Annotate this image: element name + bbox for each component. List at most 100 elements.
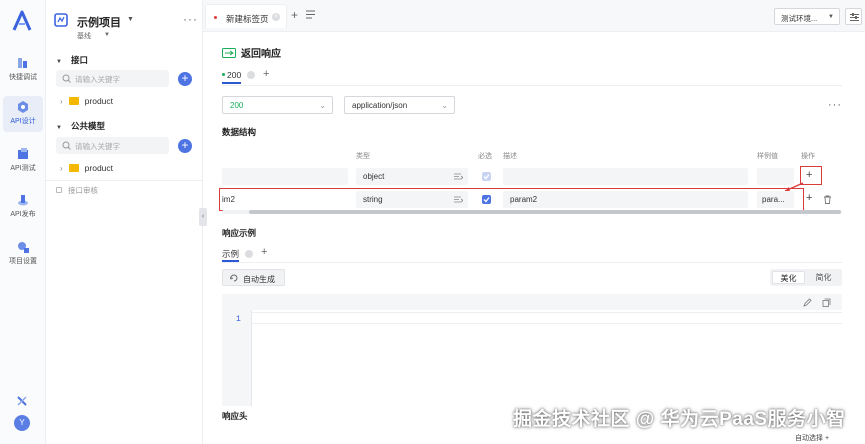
left-rail: 快捷调试 API设计 API测试 API发布 项目设置 Y	[0, 0, 46, 444]
add-interface-button[interactable]: +	[178, 72, 192, 86]
folder-icon	[68, 97, 79, 105]
field-type-value: string	[363, 195, 383, 204]
field-desc-input[interactable]	[503, 168, 748, 185]
edit-icon[interactable]	[803, 298, 812, 307]
code-editor[interactable]: 1	[222, 294, 842, 406]
app-logo-icon[interactable]	[11, 10, 33, 32]
close-icon[interactable]	[245, 250, 254, 258]
status-code-value: 200	[230, 101, 244, 110]
refresh-icon	[230, 274, 238, 282]
unsaved-dot-icon	[214, 16, 217, 19]
rail-item-label: 项目设置	[9, 258, 37, 265]
rail-item-api-design[interactable]: API设计	[3, 96, 43, 132]
field-name-input[interactable]	[222, 168, 348, 185]
more-options-icon[interactable]: ···	[828, 99, 842, 111]
rail-item-quick-debug[interactable]: 快捷调试	[3, 52, 43, 88]
interface-audit[interactable]: 接口审核	[56, 185, 98, 196]
branch-selector[interactable]: 基线	[77, 31, 91, 41]
close-icon[interactable]	[247, 71, 256, 79]
type-editor-icon[interactable]	[454, 173, 463, 180]
api-design-icon	[18, 101, 28, 113]
col-header-example: 样例值	[757, 153, 778, 160]
audit-label: 接口审核	[68, 186, 98, 195]
copy-icon[interactable]	[822, 298, 831, 307]
check-icon	[483, 197, 490, 203]
content-type-select[interactable]: application/json ⌄	[344, 96, 455, 114]
tree-item-product[interactable]: › product	[60, 96, 113, 106]
close-tab-icon[interactable]: ×	[272, 13, 280, 21]
field-example-input[interactable]: para...	[757, 191, 794, 208]
rail-item-label: API发布	[10, 211, 36, 218]
chevron-down-icon: ▼	[828, 14, 834, 20]
field-type-select[interactable]: object	[356, 168, 468, 185]
tree-item-label: product	[84, 163, 114, 173]
environment-label: 测试环境...	[781, 14, 818, 23]
add-child-field-icon[interactable]: +	[806, 192, 812, 204]
interface-search-input[interactable]: 请输入关键字	[56, 70, 169, 87]
project-name[interactable]: 示例项目	[77, 14, 121, 30]
add-example-icon[interactable]: +	[261, 246, 267, 258]
status-tabs: 200 +	[222, 68, 842, 84]
rail-item-label: API设计	[10, 118, 36, 125]
tab-label: 新建标签页	[226, 14, 269, 24]
add-status-icon[interactable]: +	[263, 68, 269, 80]
auto-generate-button[interactable]: 自动生成	[222, 269, 285, 286]
add-child-field-icon[interactable]: +	[806, 169, 812, 181]
tree-item-product[interactable]: › product	[60, 163, 113, 173]
sliders-icon	[850, 13, 859, 21]
quick-debug-icon	[18, 58, 27, 68]
field-name-input[interactable]: im2	[222, 191, 348, 208]
avatar[interactable]: Y	[14, 415, 30, 431]
auto-select-button[interactable]: 自动选择 +	[795, 433, 829, 443]
search-placeholder: 请输入关键字	[75, 75, 120, 84]
code-area[interactable]	[251, 310, 842, 406]
simplify-button[interactable]: 简化	[807, 271, 840, 284]
field-name-value: im2	[222, 195, 235, 204]
field-type-value: object	[363, 172, 385, 181]
type-editor-icon[interactable]	[454, 196, 463, 203]
response-header-label: 响应头	[222, 411, 248, 421]
rail-item-label: API测试	[10, 165, 36, 172]
divider	[46, 180, 203, 181]
divider	[222, 262, 842, 263]
rail-item-project-settings[interactable]: 项目设置	[3, 236, 43, 272]
section-common-models[interactable]: ▼ 公共模型	[56, 120, 105, 132]
field-example-value: para...	[762, 195, 785, 204]
chevron-down-icon: ⌄	[441, 101, 448, 110]
search-icon	[62, 74, 71, 83]
tools-icon[interactable]	[15, 394, 29, 408]
tab-example[interactable]: 示例	[222, 248, 254, 260]
trash-icon[interactable]	[823, 195, 832, 204]
tab-status-200[interactable]: 200	[222, 70, 256, 80]
model-search-input[interactable]: 请输入关键字	[56, 137, 169, 154]
required-checkbox[interactable]	[482, 195, 491, 204]
active-tab-indicator	[222, 82, 241, 84]
tab-new[interactable]: 新建标签页 ×	[205, 4, 287, 28]
more-options-icon[interactable]: ···	[183, 12, 198, 26]
environment-settings-button[interactable]	[845, 8, 862, 25]
new-tab-icon[interactable]: +	[291, 8, 298, 22]
beautify-button[interactable]: 美化	[772, 271, 805, 284]
tab-list-icon[interactable]	[306, 10, 315, 19]
search-placeholder: 请输入关键字	[75, 142, 120, 151]
project-dropdown-caret-icon[interactable]: ▼	[127, 16, 134, 23]
section-title: 公共模型	[70, 121, 105, 131]
chevron-right-icon: ›	[60, 97, 63, 106]
scrollbar-thumb[interactable]	[249, 210, 841, 214]
branch-dropdown-caret-icon[interactable]: ▼	[104, 32, 110, 38]
field-type-select[interactable]: string	[356, 191, 468, 208]
status-code-select[interactable]: 200 ⌄	[222, 96, 333, 114]
add-model-button[interactable]: +	[178, 139, 192, 153]
settings-icon	[18, 242, 29, 253]
required-checkbox[interactable]	[482, 172, 491, 181]
rail-item-api-test[interactable]: API测试	[3, 143, 43, 179]
rail-item-api-publish[interactable]: API发布	[3, 189, 43, 225]
environment-select[interactable]: 测试环境... ▼	[774, 8, 840, 25]
content-type-value: application/json	[352, 101, 408, 110]
line-gutter	[222, 310, 250, 406]
field-desc-input[interactable]: param2	[503, 191, 748, 208]
section-interfaces[interactable]: ▼ 接口	[56, 54, 88, 66]
col-header-type: 类型	[356, 153, 370, 160]
chevron-down-icon: ⌄	[319, 101, 326, 110]
page-title-text: 返回响应	[241, 49, 281, 60]
